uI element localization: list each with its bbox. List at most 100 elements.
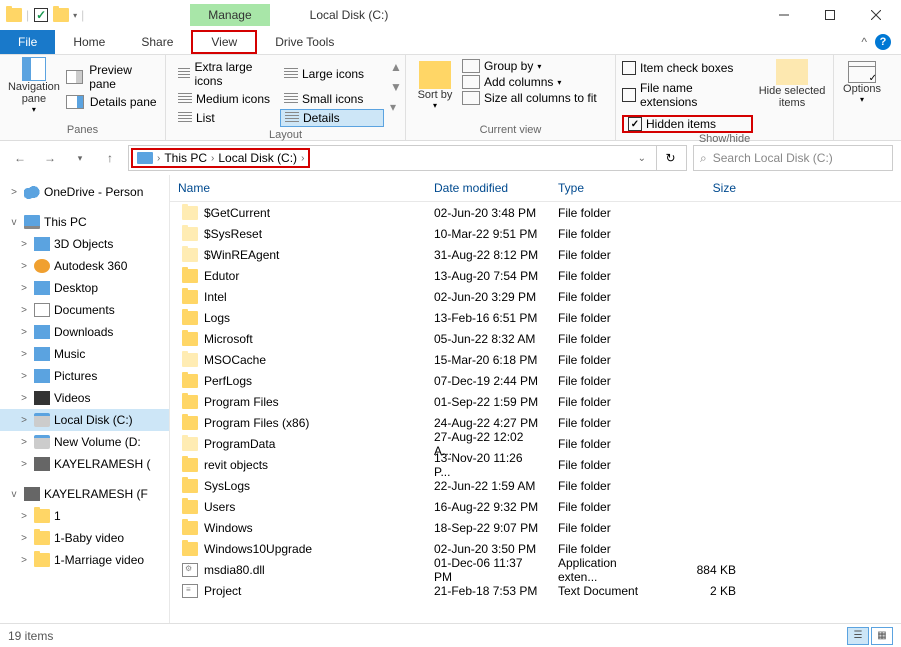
expand-icon[interactable]: > — [18, 261, 30, 272]
layout-large[interactable]: Large icons — [280, 59, 384, 89]
file-row[interactable]: revit objects13-Nov-20 11:26 P...File fo… — [170, 454, 901, 475]
help-icon[interactable]: ? — [875, 34, 891, 50]
file-row[interactable]: $SysReset10-Mar-22 9:51 PMFile folder — [170, 223, 901, 244]
group-by-button[interactable]: Group by▾ — [462, 59, 597, 73]
navigation-pane-button[interactable]: Navigation pane ▾ — [6, 57, 62, 114]
expand-icon[interactable]: > — [18, 533, 30, 544]
hidden-items-toggle[interactable]: ✓Hidden items — [622, 115, 753, 133]
tree-item[interactable]: >Desktop — [0, 277, 169, 299]
expand-icon[interactable]: > — [18, 349, 30, 360]
details-pane-button[interactable]: Details pane — [66, 95, 159, 109]
checkbox-icon[interactable]: ✓ — [33, 7, 49, 23]
expand-icon[interactable]: > — [18, 459, 30, 470]
preview-pane-button[interactable]: Preview pane — [66, 63, 159, 91]
layout-list[interactable]: List — [174, 109, 278, 127]
expand-icon[interactable]: > — [18, 437, 30, 448]
file-row[interactable]: Intel02-Jun-20 3:29 PMFile folder — [170, 286, 901, 307]
tree-item[interactable]: >OneDrive - Person — [0, 181, 169, 203]
tree-item[interactable]: >Downloads — [0, 321, 169, 343]
tree-item[interactable]: >Videos — [0, 387, 169, 409]
tree-item[interactable]: >Pictures — [0, 365, 169, 387]
details-view-button[interactable]: ☰ — [847, 627, 869, 645]
expand-icon[interactable]: > — [18, 283, 30, 294]
expand-icon[interactable]: > — [18, 305, 30, 316]
sort-by-button[interactable]: Sort by ▾ — [412, 57, 458, 110]
menu-drive-tools[interactable]: Drive Tools — [257, 30, 352, 54]
tree-item[interactable]: >KAYELRAMESH ( — [0, 453, 169, 475]
close-button[interactable] — [853, 0, 899, 30]
file-extensions-toggle[interactable]: File name extensions — [622, 81, 753, 109]
expand-icon[interactable]: > — [18, 371, 30, 382]
file-row[interactable]: Project21-Feb-18 7:53 PMText Document2 K… — [170, 580, 901, 601]
address-bar[interactable]: › This PC › Local Disk (C:) › ⌄ ↻ — [128, 145, 687, 171]
sidebar[interactable]: >OneDrive - Person vThis PC>3D Objects>Au… — [0, 175, 170, 623]
tree-item[interactable]: >Local Disk (C:) — [0, 409, 169, 431]
tree-item[interactable]: >1-Marriage video — [0, 549, 169, 571]
column-size[interactable]: Size — [664, 179, 744, 197]
chevron-right-icon[interactable]: › — [301, 153, 304, 164]
address-dropdown-icon[interactable]: ⌄ — [630, 153, 654, 164]
back-button[interactable]: ← — [8, 146, 32, 170]
file-row[interactable]: SysLogs22-Jun-22 1:59 AMFile folder — [170, 475, 901, 496]
recent-dropdown[interactable]: ▾ — [68, 146, 92, 170]
chevron-right-icon[interactable]: › — [211, 153, 214, 164]
menu-view[interactable]: View — [191, 30, 257, 54]
file-row[interactable]: $GetCurrent02-Jun-20 3:48 PMFile folder — [170, 202, 901, 223]
forward-button[interactable]: → — [38, 146, 62, 170]
file-row[interactable]: msdia80.dll01-Dec-06 11:37 PMApplication… — [170, 559, 901, 580]
column-type[interactable]: Type — [550, 179, 664, 197]
expand-icon[interactable]: > — [18, 239, 30, 250]
expand-icon[interactable]: v — [8, 217, 20, 228]
maximize-button[interactable] — [807, 0, 853, 30]
layout-medium[interactable]: Medium icons — [174, 91, 278, 107]
expand-icon[interactable]: v — [8, 489, 20, 500]
file-row[interactable]: Edutor13-Aug-20 7:54 PMFile folder — [170, 265, 901, 286]
tree-item[interactable]: >Documents — [0, 299, 169, 321]
item-check-boxes-toggle[interactable]: Item check boxes — [622, 61, 753, 75]
menu-file[interactable]: File — [0, 30, 55, 54]
minimize-button[interactable] — [761, 0, 807, 30]
layout-small[interactable]: Small icons — [280, 91, 384, 107]
file-row[interactable]: Windows18-Sep-22 9:07 PMFile folder — [170, 517, 901, 538]
menu-share[interactable]: Share — [123, 30, 191, 54]
file-row[interactable]: Users16-Aug-22 9:32 PMFile folder — [170, 496, 901, 517]
breadcrumb-this-pc[interactable]: This PC — [164, 151, 207, 165]
scroll-down-icon[interactable]: ▼ — [390, 80, 402, 94]
file-row[interactable]: $WinREAgent31-Aug-22 8:12 PMFile folder — [170, 244, 901, 265]
tree-item[interactable]: >1-Baby video — [0, 527, 169, 549]
file-row[interactable]: MSOCache15-Mar-20 6:18 PMFile folder — [170, 349, 901, 370]
column-date[interactable]: Date modified — [426, 179, 550, 197]
add-columns-button[interactable]: Add columns▾ — [462, 75, 597, 89]
layout-details[interactable]: Details — [280, 109, 384, 127]
thumbnails-view-button[interactable]: ▦ — [871, 627, 893, 645]
tree-item[interactable]: >Music — [0, 343, 169, 365]
tree-item[interactable]: >Autodesk 360 — [0, 255, 169, 277]
scroll-up-icon[interactable]: ▲ — [390, 60, 402, 74]
up-button[interactable]: ↑ — [98, 146, 122, 170]
column-name[interactable]: Name — [170, 179, 426, 197]
qat-dropdown-icon[interactable]: ▾ — [73, 11, 77, 20]
tree-item[interactable]: vThis PC — [0, 211, 169, 233]
folder-icon[interactable] — [53, 7, 69, 23]
file-row[interactable]: Program Files01-Sep-22 1:59 PMFile folde… — [170, 391, 901, 412]
tree-item[interactable]: >New Volume (D: — [0, 431, 169, 453]
layout-extra-large[interactable]: Extra large icons — [174, 59, 278, 89]
tree-item[interactable]: >1 — [0, 505, 169, 527]
tree-item[interactable]: >3D Objects — [0, 233, 169, 255]
expand-icon[interactable]: > — [18, 415, 30, 426]
file-row[interactable]: Logs13-Feb-16 6:51 PMFile folder — [170, 307, 901, 328]
expand-icon[interactable]: > — [18, 327, 30, 338]
hide-selected-button[interactable]: Hide selected items — [757, 57, 827, 109]
expand-icon[interactable]: > — [18, 511, 30, 522]
breadcrumb-location[interactable]: Local Disk (C:) — [218, 151, 297, 165]
chevron-right-icon[interactable]: › — [157, 153, 160, 164]
size-columns-button[interactable]: Size all columns to fit — [462, 91, 597, 105]
expand-icon[interactable]: > — [8, 187, 20, 198]
file-row[interactable]: PerfLogs07-Dec-19 2:44 PMFile folder — [170, 370, 901, 391]
file-row[interactable]: Microsoft05-Jun-22 8:32 AMFile folder — [170, 328, 901, 349]
expand-icon[interactable]: ▾ — [390, 100, 402, 114]
tree-item[interactable]: vKAYELRAMESH (F — [0, 483, 169, 505]
context-tab[interactable]: Manage — [190, 4, 269, 26]
refresh-button[interactable]: ↻ — [656, 146, 684, 170]
expand-icon[interactable]: > — [18, 393, 30, 404]
